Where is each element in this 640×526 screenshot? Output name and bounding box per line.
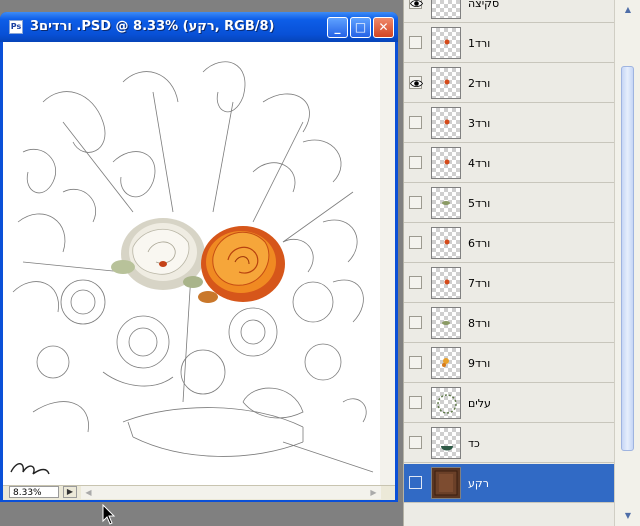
layer-visibility-toggle[interactable] [409, 276, 422, 289]
layer-row[interactable]: כד [404, 424, 614, 463]
layer-row[interactable]: ורד2 [404, 64, 614, 103]
layer-row[interactable]: ורד4 [404, 144, 614, 183]
layer-row[interactable]: עלים [404, 384, 614, 423]
white-rose [111, 218, 205, 290]
layer-thumbnail[interactable] [431, 427, 461, 459]
maximize-button[interactable]: □ [350, 17, 371, 38]
layer-thumbnail[interactable] [431, 0, 461, 19]
layer-row[interactable]: ורד5 [404, 184, 614, 223]
layer-name: ורד8 [468, 317, 491, 330]
layer-visibility-toggle[interactable] [409, 76, 423, 89]
layer-thumbnail[interactable] [431, 147, 461, 179]
layer-name: ורד7 [468, 277, 491, 290]
scrollbar-thumb[interactable] [621, 66, 634, 451]
layer-name: רקע [468, 477, 489, 490]
layer-visibility-toggle[interactable] [409, 476, 422, 489]
eye-icon [410, 0, 423, 7]
layer-visibility-toggle[interactable] [409, 396, 422, 409]
layer-row[interactable]: ורד6 [404, 224, 614, 263]
close-button[interactable]: ✕ [373, 17, 394, 38]
layer-name: ורד9 [468, 357, 491, 370]
layer-visibility-toggle[interactable] [409, 116, 422, 129]
layer-thumbnail[interactable] [431, 27, 461, 59]
layer-thumbnail[interactable] [431, 107, 461, 139]
layer-name: ורד2 [468, 77, 491, 90]
orange-rose [198, 226, 285, 303]
layer-name: ורד1 [468, 37, 491, 50]
scroll-left-arrow-icon[interactable]: ◀ [83, 487, 94, 498]
layer-name: עלים [468, 397, 491, 410]
layers-scrollbar[interactable]: ▲ ▼ [614, 0, 640, 526]
layer-name: ורד6 [468, 237, 491, 250]
layer-visibility-toggle[interactable] [409, 36, 422, 49]
status-bar: 8.33% ▶ ◀ ▶ [3, 485, 395, 500]
sketch-artwork [10, 61, 374, 475]
layer-name: ורד5 [468, 197, 491, 210]
layers-panel: סקיצה ורד1 ורד2 ורד3 ורד4 ורד5 ורד6 ורד7 ורד8 ורד… [403, 0, 640, 526]
layer-thumbnail[interactable] [431, 187, 461, 219]
layer-row[interactable]: ורד1 [404, 24, 614, 63]
layer-thumbnail[interactable] [431, 387, 461, 419]
layer-thumbnail[interactable] [431, 467, 461, 499]
layer-visibility-toggle[interactable] [409, 236, 422, 249]
layer-visibility-toggle[interactable] [409, 316, 422, 329]
layer-thumbnail[interactable] [431, 267, 461, 299]
layer-thumbnail[interactable] [431, 227, 461, 259]
minimize-button[interactable]: _ [327, 17, 348, 38]
document-title-bar[interactable]: Ps ורדים3 .PSD @ 8.33% (רקע, RGB/8) _ □ … [0, 12, 398, 42]
layer-thumbnail[interactable] [431, 67, 461, 99]
mouse-cursor-icon [102, 504, 116, 525]
eye-icon [410, 80, 423, 87]
layer-name: ורד3 [468, 117, 491, 130]
layer-thumbnail[interactable] [431, 347, 461, 379]
artist-signature [10, 463, 50, 475]
layer-thumbnail[interactable] [431, 307, 461, 339]
vertical-scrollbar[interactable] [380, 42, 395, 485]
layer-visibility-toggle[interactable] [409, 196, 422, 209]
horizontal-scrollbar[interactable]: ◀ ▶ [81, 486, 381, 499]
layer-row[interactable]: רקע [404, 464, 614, 503]
layer-name: סקיצה [468, 0, 500, 10]
photoshop-document-icon[interactable]: Ps [9, 20, 23, 34]
layer-row[interactable]: ורד9 [404, 344, 614, 383]
scroll-down-arrow-icon[interactable]: ▼ [622, 510, 634, 522]
zoom-level-field[interactable]: 8.33% [9, 486, 59, 498]
layer-name: ורד4 [468, 157, 491, 170]
layer-visibility-toggle[interactable] [409, 356, 422, 369]
layer-row[interactable]: ורד8 [404, 304, 614, 343]
layer-row[interactable]: סקיצה [404, 0, 614, 23]
layer-row[interactable]: ורד3 [404, 104, 614, 143]
layer-visibility-toggle[interactable] [409, 436, 422, 449]
image-canvas[interactable] [3, 42, 395, 485]
layer-name: כד [468, 437, 480, 450]
layer-visibility-toggle[interactable] [409, 0, 423, 9]
document-window: Ps ורדים3 .PSD @ 8.33% (רקע, RGB/8) _ □ … [0, 12, 398, 502]
layer-row[interactable]: ורד7 [404, 264, 614, 303]
scroll-right-arrow-icon[interactable]: ▶ [368, 487, 379, 498]
scroll-up-arrow-icon[interactable]: ▲ [622, 4, 634, 16]
document-title: ורדים3 .PSD @ 8.33% (רקע, RGB/8) [30, 19, 275, 34]
layer-visibility-toggle[interactable] [409, 156, 422, 169]
status-info-button[interactable]: ▶ [63, 486, 77, 498]
